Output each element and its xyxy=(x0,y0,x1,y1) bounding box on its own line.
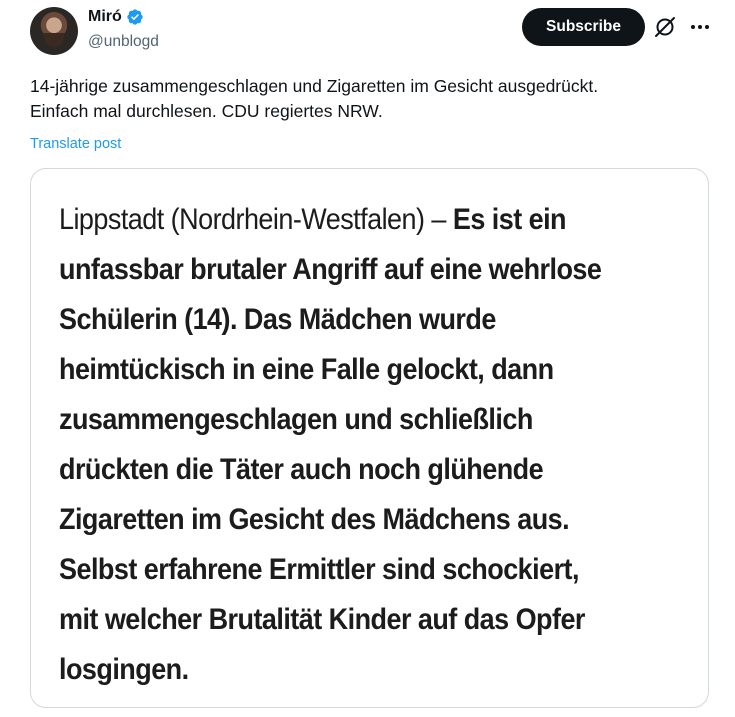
translate-post-link[interactable]: Translate post xyxy=(30,136,121,152)
post-header: Miró @unblogd Subscribe xyxy=(0,0,735,60)
article-line: Lippstadt (Nordrhein-Westfalen) – Es ist… xyxy=(59,195,689,245)
article-line: mit welcher Brutalität Kinder auf das Op… xyxy=(59,603,585,636)
article-excerpt: Lippstadt (Nordrhein-Westfalen) – Es ist… xyxy=(59,195,689,695)
attached-image-card[interactable]: Lippstadt (Nordrhein-Westfalen) – Es ist… xyxy=(30,168,709,708)
avatar[interactable] xyxy=(30,7,78,55)
author-name-row[interactable]: Miró xyxy=(88,8,144,26)
article-line: Selbst erfahrene Ermittler sind schockie… xyxy=(59,553,580,586)
article-lead: Lippstadt (Nordrhein-Westfalen) – xyxy=(59,203,453,236)
grok-icon[interactable] xyxy=(652,14,678,40)
article-line: heimtückisch in eine Falle gelockt, dann xyxy=(59,353,554,386)
post-text: 14-jährige zusammengeschlagen und Zigare… xyxy=(30,74,720,124)
article-line: drückten die Täter auch noch glühende xyxy=(59,453,544,486)
article-line: zusammengeschlagen und schließlich xyxy=(59,403,533,436)
more-icon[interactable] xyxy=(686,14,714,40)
article-line: Schülerin (14). Das Mädchen wurde xyxy=(59,303,496,336)
author-display-name[interactable]: Miró xyxy=(88,8,122,26)
article-line: unfassbar brutaler Angriff auf eine wehr… xyxy=(59,253,602,286)
article-line: Zigaretten im Gesicht des Mädchens aus. xyxy=(59,503,570,536)
article-line: losgingen. xyxy=(59,653,189,686)
post-text-line: 14-jährige zusammengeschlagen und Zigare… xyxy=(30,76,599,96)
post-text-line: Einfach mal durchlesen. CDU regiertes NR… xyxy=(30,101,383,121)
subscribe-button[interactable]: Subscribe xyxy=(522,8,645,46)
article-bold-start: Es ist ein xyxy=(452,203,567,236)
author-handle[interactable]: @unblogd xyxy=(88,33,159,51)
verified-badge-icon xyxy=(127,9,143,25)
